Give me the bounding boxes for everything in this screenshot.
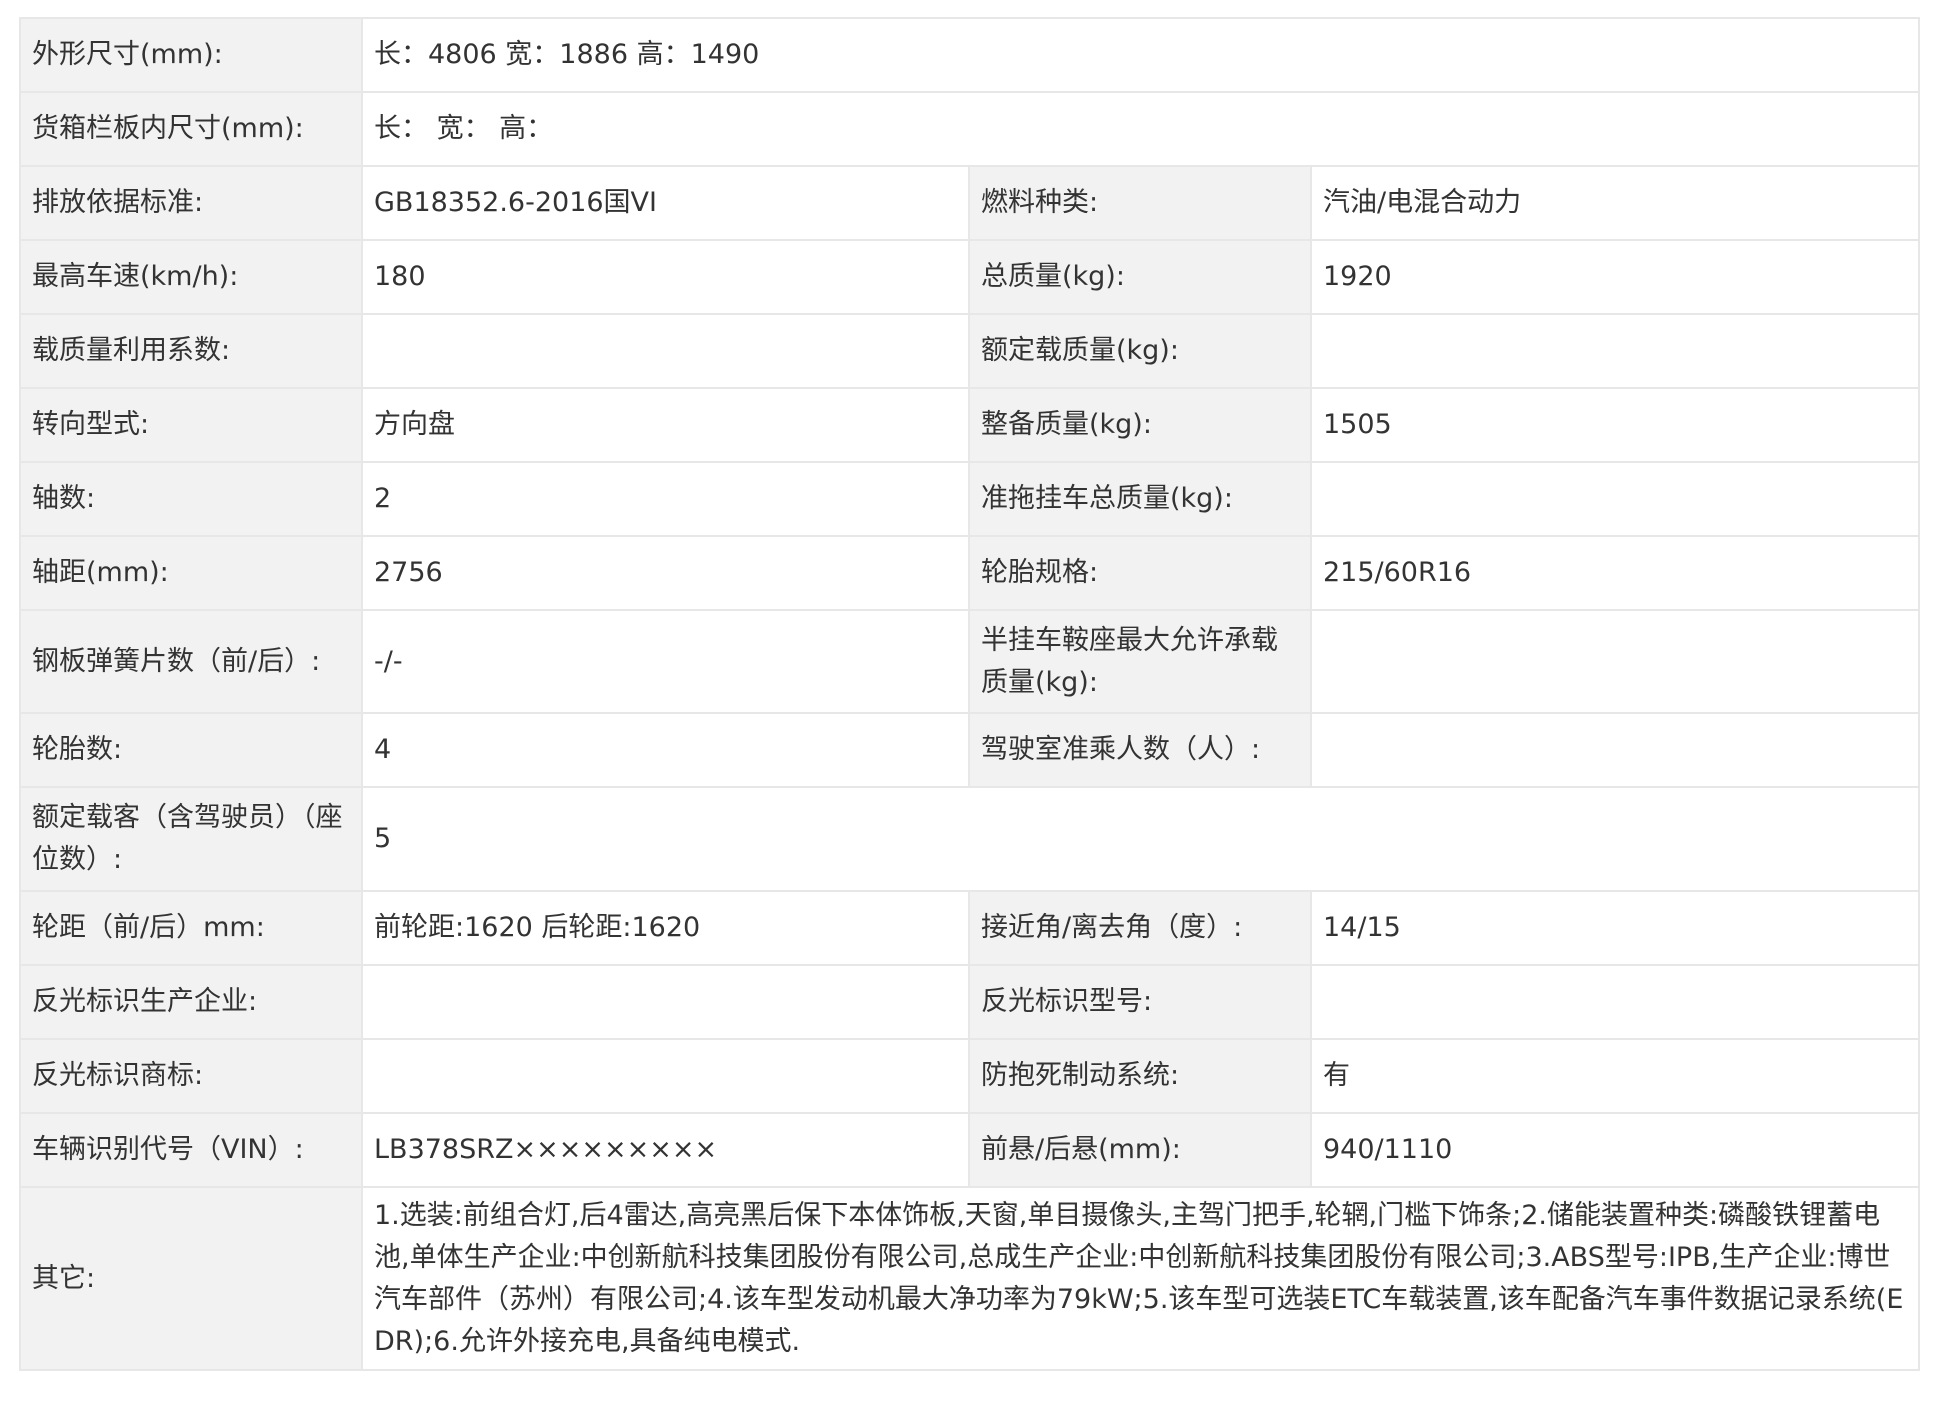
spec-value: 长： 宽： 高： [361, 91, 1920, 167]
spec-label: 反光标识生产企业: [19, 964, 363, 1040]
spec-value: 215/60R16 [1310, 535, 1920, 611]
spec-value [361, 1038, 970, 1114]
spec-label: 防抱死制动系统: [968, 1038, 1312, 1114]
spec-row-axle-count: 轴数: 2 准拖挂车总质量(kg): [19, 461, 1920, 537]
spec-label: 轮胎规格: [968, 535, 1312, 611]
spec-value [1310, 964, 1920, 1040]
spec-label: 反光标识型号: [968, 964, 1312, 1040]
spec-row-rated-passengers: 额定载客（含驾驶员）（座位数）: 5 [19, 786, 1920, 892]
spec-row-reflective-marking-brand: 反光标识商标: 防抱死制动系统: 有 [19, 1038, 1920, 1114]
spec-row-steering-type: 转向型式: 方向盘 整备质量(kg): 1505 [19, 387, 1920, 463]
spec-row-wheelbase: 轴距(mm): 2756 轮胎规格: 215/60R16 [19, 535, 1920, 611]
spec-value: LB378SRZ××××××××× [361, 1112, 970, 1188]
spec-row-tire-count: 轮胎数: 4 驾驶室准乘人数（人）: [19, 712, 1920, 788]
spec-row-track-width: 轮距（前/后）mm: 前轮距:1620 后轮距:1620 接近角/离去角（度）:… [19, 890, 1920, 966]
spec-label: 钢板弹簧片数（前/后）: [19, 609, 363, 714]
spec-label: 燃料种类: [968, 165, 1312, 241]
spec-label: 反光标识商标: [19, 1038, 363, 1114]
spec-value: 前轮距:1620 后轮距:1620 [361, 890, 970, 966]
spec-label: 总质量(kg): [968, 239, 1312, 315]
spec-label: 整备质量(kg): [968, 387, 1312, 463]
spec-label: 额定载质量(kg): [968, 313, 1312, 389]
spec-label: 半挂车鞍座最大允许承载质量(kg): [968, 609, 1312, 714]
spec-label: 排放依据标准: [19, 165, 363, 241]
spec-value: GB18352.6-2016国VI [361, 165, 970, 241]
spec-label: 车辆识别代号（VIN）: [19, 1112, 363, 1188]
spec-value [361, 313, 970, 389]
spec-label: 外形尺寸(mm): [19, 17, 363, 93]
spec-value: 有 [1310, 1038, 1920, 1114]
spec-label: 额定载客（含驾驶员）（座位数）: [19, 786, 363, 892]
spec-value [1310, 313, 1920, 389]
spec-label: 驾驶室准乘人数（人）: [968, 712, 1312, 788]
spec-row-load-utilization: 载质量利用系数: 额定载质量(kg): [19, 313, 1920, 389]
spec-value [1310, 712, 1920, 788]
vehicle-spec-table: 外形尺寸(mm): 长：4806 宽：1886 高：1490 货箱栏板内尺寸(m… [19, 17, 1920, 1371]
spec-row-emission-standard: 排放依据标准: GB18352.6-2016国VI 燃料种类: 汽油/电混合动力 [19, 165, 1920, 241]
spec-label: 载质量利用系数: [19, 313, 363, 389]
spec-label: 接近角/离去角（度）: [968, 890, 1312, 966]
spec-label: 货箱栏板内尺寸(mm): [19, 91, 363, 167]
spec-value: 2756 [361, 535, 970, 611]
spec-label: 转向型式: [19, 387, 363, 463]
spec-value: 方向盘 [361, 387, 970, 463]
spec-value: 长：4806 宽：1886 高：1490 [361, 17, 1920, 93]
spec-label: 轴数: [19, 461, 363, 537]
spec-value: 940/1110 [1310, 1112, 1920, 1188]
spec-row-leaf-springs: 钢板弹簧片数（前/后）: -/- 半挂车鞍座最大允许承载质量(kg): [19, 609, 1920, 714]
spec-row-cargo-box-dimensions: 货箱栏板内尺寸(mm): 长： 宽： 高： [19, 91, 1920, 167]
spec-value: 180 [361, 239, 970, 315]
spec-value: 1920 [1310, 239, 1920, 315]
spec-row-other: 其它: 1.选装:前组合灯,后4雷达,高亮黑后保下本体饰板,天窗,单目摄像头,主… [19, 1186, 1920, 1371]
spec-value [361, 964, 970, 1040]
spec-row-vin: 车辆识别代号（VIN）: LB378SRZ××××××××× 前悬/后悬(mm)… [19, 1112, 1920, 1188]
spec-value [1310, 461, 1920, 537]
spec-value: 1505 [1310, 387, 1920, 463]
spec-row-dimensions: 外形尺寸(mm): 长：4806 宽：1886 高：1490 [19, 17, 1920, 93]
spec-label: 轮距（前/后）mm: [19, 890, 363, 966]
spec-value: 1.选装:前组合灯,后4雷达,高亮黑后保下本体饰板,天窗,单目摄像头,主驾门把手… [361, 1186, 1920, 1371]
spec-label: 其它: [19, 1186, 363, 1371]
spec-label: 最高车速(km/h): [19, 239, 363, 315]
spec-value: 5 [361, 786, 1920, 892]
spec-label: 轮胎数: [19, 712, 363, 788]
spec-row-reflective-marking-maker: 反光标识生产企业: 反光标识型号: [19, 964, 1920, 1040]
spec-row-max-speed: 最高车速(km/h): 180 总质量(kg): 1920 [19, 239, 1920, 315]
spec-value: -/- [361, 609, 970, 714]
spec-value: 14/15 [1310, 890, 1920, 966]
vehicle-spec-page: 外形尺寸(mm): 长：4806 宽：1886 高：1490 货箱栏板内尺寸(m… [0, 0, 1936, 1406]
spec-label: 轴距(mm): [19, 535, 363, 611]
spec-value [1310, 609, 1920, 714]
spec-value: 汽油/电混合动力 [1310, 165, 1920, 241]
spec-label: 准拖挂车总质量(kg): [968, 461, 1312, 537]
spec-value: 4 [361, 712, 970, 788]
spec-label: 前悬/后悬(mm): [968, 1112, 1312, 1188]
spec-value: 2 [361, 461, 970, 537]
